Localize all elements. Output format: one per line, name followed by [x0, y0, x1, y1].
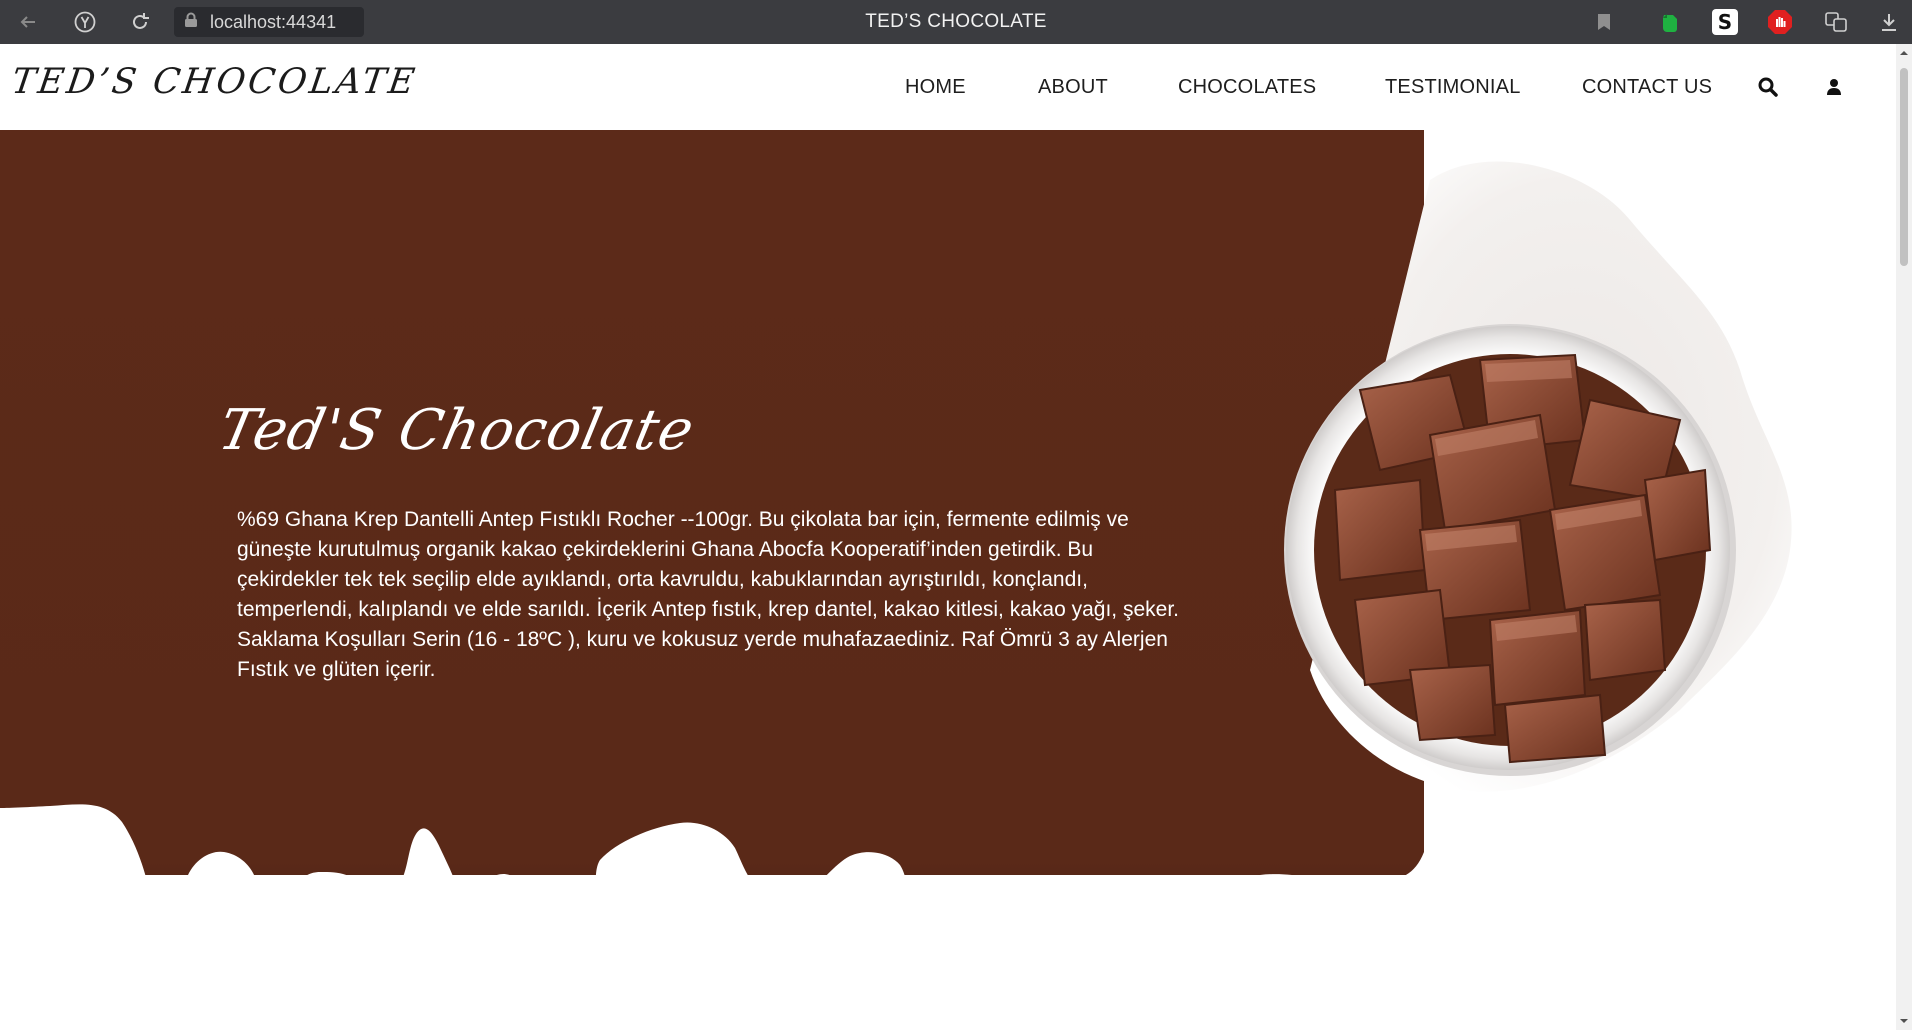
nav-testimonial[interactable]: TESTIMONIAL	[1385, 76, 1521, 99]
back-icon[interactable]	[14, 8, 42, 36]
scroll-thumb[interactable]	[1900, 68, 1908, 266]
scroll-down-icon[interactable]	[1899, 1016, 1909, 1026]
adblock-icon[interactable]	[1767, 9, 1793, 35]
lock-icon	[184, 12, 198, 33]
hero-description: %69 Ghana Krep Dantelli Antep Fıstıklı R…	[237, 508, 1179, 681]
nav-chocolates[interactable]: CHOCOLATES	[1178, 76, 1316, 99]
hero-title: Ted'S Chocolate	[213, 398, 701, 463]
download-icon[interactable]	[1876, 9, 1902, 35]
s-extension-icon[interactable]: S	[1712, 9, 1738, 35]
reload-icon[interactable]	[126, 8, 154, 36]
site-logo[interactable]: TED’S CHOCOLATE	[9, 62, 420, 102]
nav-about[interactable]: ABOUT	[1038, 76, 1108, 99]
evernote-icon[interactable]	[1657, 9, 1683, 35]
bookmark-icon[interactable]	[1591, 9, 1617, 35]
browser-toolbar: localhost:44341 TED’S CHOCOLATE S	[0, 0, 1912, 44]
address-bar[interactable]: localhost:44341	[174, 7, 364, 37]
site-header: TED’S CHOCOLATE HOME ABOUT CHOCOLATES TE…	[0, 44, 1896, 130]
yandex-icon[interactable]	[71, 8, 99, 36]
url-text: localhost:44341	[210, 11, 337, 32]
nav-contact-us[interactable]: CONTACT US	[1582, 76, 1712, 99]
chocolate-bowl-image	[1284, 161, 1792, 792]
page-scrollbar[interactable]	[1896, 44, 1912, 1030]
search-icon[interactable]	[1756, 75, 1780, 99]
scroll-up-icon[interactable]	[1899, 48, 1909, 58]
translate-icon[interactable]	[1823, 9, 1849, 35]
nav-home[interactable]: HOME	[905, 76, 966, 99]
user-icon[interactable]	[1822, 75, 1846, 99]
